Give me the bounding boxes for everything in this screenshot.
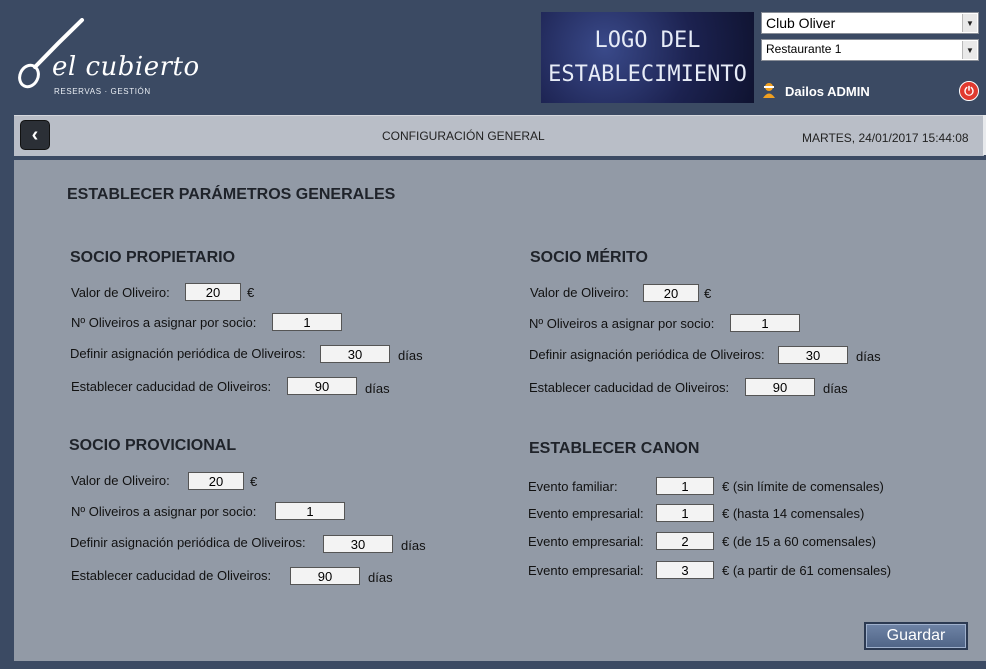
valor-label: Valor de Oliveiro: (71, 473, 170, 488)
days-unit: días (401, 538, 426, 553)
brand-subtitle: RESERVAS · GESTIÓN (54, 87, 151, 96)
propietario-caducidad-input[interactable] (287, 377, 357, 395)
canon-row-label: Evento empresarial: (528, 534, 644, 549)
caducidad-label: Establecer caducidad de Oliveiros: (529, 380, 730, 395)
section-title-socio-propietario: SOCIO PROPIETARIO (70, 249, 236, 266)
canon-row-label: Evento empresarial: (528, 506, 644, 521)
restaurant-select-value: Restaurante 1 (766, 42, 842, 56)
canon-row-note: € (hasta 14 comensales) (722, 506, 865, 521)
days-unit: días (823, 381, 848, 396)
asignar-label: Nº Oliveiros a asignar por socio: (71, 315, 257, 330)
brand-name: el cubierto (52, 52, 200, 82)
valor-label: Valor de Oliveiro: (71, 285, 170, 300)
provicional-caducidad-input[interactable] (290, 567, 360, 585)
provicional-asignar-input[interactable] (275, 502, 345, 520)
club-select-value: Club Oliver (766, 15, 836, 31)
periodica-label: Definir asignación periódica de Oliveiro… (529, 347, 765, 362)
canon-row-label: Evento empresarial: (528, 563, 644, 578)
back-icon[interactable]: ‹ (20, 120, 50, 150)
establishment-logo-line1: LOGO DEL (594, 27, 701, 53)
days-unit: días (856, 349, 881, 364)
canon-row-note: € (sin límite de comensales) (722, 479, 884, 494)
dropdown-arrow-icon[interactable]: ▼ (962, 41, 977, 59)
restaurant-select[interactable]: Restaurante 1 ▼ (761, 39, 979, 61)
canon-empresarial-60-input[interactable] (656, 532, 714, 550)
section-title-socio-provicional: SOCIO PROVICIONAL (69, 437, 237, 454)
valor-label: Valor de Oliveiro: (530, 285, 629, 300)
propietario-periodica-input[interactable] (320, 345, 390, 363)
merito-caducidad-input[interactable] (745, 378, 815, 396)
canon-familiar-input[interactable] (656, 477, 714, 495)
merito-periodica-input[interactable] (778, 346, 848, 364)
page-title: ESTABLECER PARÁMETROS GENERALES (67, 186, 396, 203)
propietario-asignar-input[interactable] (272, 313, 342, 331)
establishment-logo-line2: ESTABLECIMIENTO (548, 61, 747, 87)
currency-unit: € (704, 286, 712, 301)
canon-row-note: € (de 15 a 60 comensales) (722, 534, 876, 549)
periodica-label: Definir asignación periódica de Oliveiro… (70, 346, 306, 361)
provicional-periodica-input[interactable] (323, 535, 393, 553)
canon-empresarial-61-input[interactable] (656, 561, 714, 579)
merito-asignar-input[interactable] (730, 314, 800, 332)
currency-unit: € (247, 285, 255, 300)
dropdown-arrow-icon[interactable]: ▼ (962, 14, 977, 32)
canon-empresarial-14-input[interactable] (656, 504, 714, 522)
section-title-socio-merito: SOCIO MÉRITO (530, 249, 648, 266)
user-icon (762, 82, 776, 98)
main-panel (14, 160, 986, 661)
caducidad-label: Establecer caducidad de Oliveiros: (71, 379, 272, 394)
toolbar-title: CONFIGURACIÓN GENERAL (382, 129, 545, 143)
canon-row-note: € (a partir de 61 comensales) (722, 563, 892, 578)
periodica-label: Definir asignación periódica de Oliveiro… (70, 535, 306, 550)
save-button[interactable]: Guardar (864, 622, 968, 650)
user-name: Dailos ADMIN (785, 84, 870, 99)
currency-unit: € (250, 474, 258, 489)
canon-row-label: Evento familiar: (528, 479, 618, 494)
provicional-valor-input[interactable] (188, 472, 244, 490)
club-select[interactable]: Club Oliver ▼ (761, 12, 979, 34)
merito-valor-input[interactable] (643, 284, 699, 302)
asignar-label: Nº Oliveiros a asignar por socio: (529, 316, 715, 331)
toolbar-datetime: MARTES, 24/01/2017 15:44:08 (802, 131, 969, 145)
caducidad-label: Establecer caducidad de Oliveiros: (71, 568, 272, 583)
days-unit: días (368, 570, 393, 585)
propietario-valor-input[interactable] (185, 283, 241, 301)
establishment-logo: LOGO DEL ESTABLECIMIENTO (541, 12, 754, 103)
asignar-label: Nº Oliveiros a asignar por socio: (71, 504, 257, 519)
days-unit: días (365, 381, 390, 396)
days-unit: días (398, 348, 423, 363)
power-icon[interactable]: ⏻ (959, 81, 979, 101)
section-title-canon: ESTABLECER CANON (529, 440, 700, 457)
